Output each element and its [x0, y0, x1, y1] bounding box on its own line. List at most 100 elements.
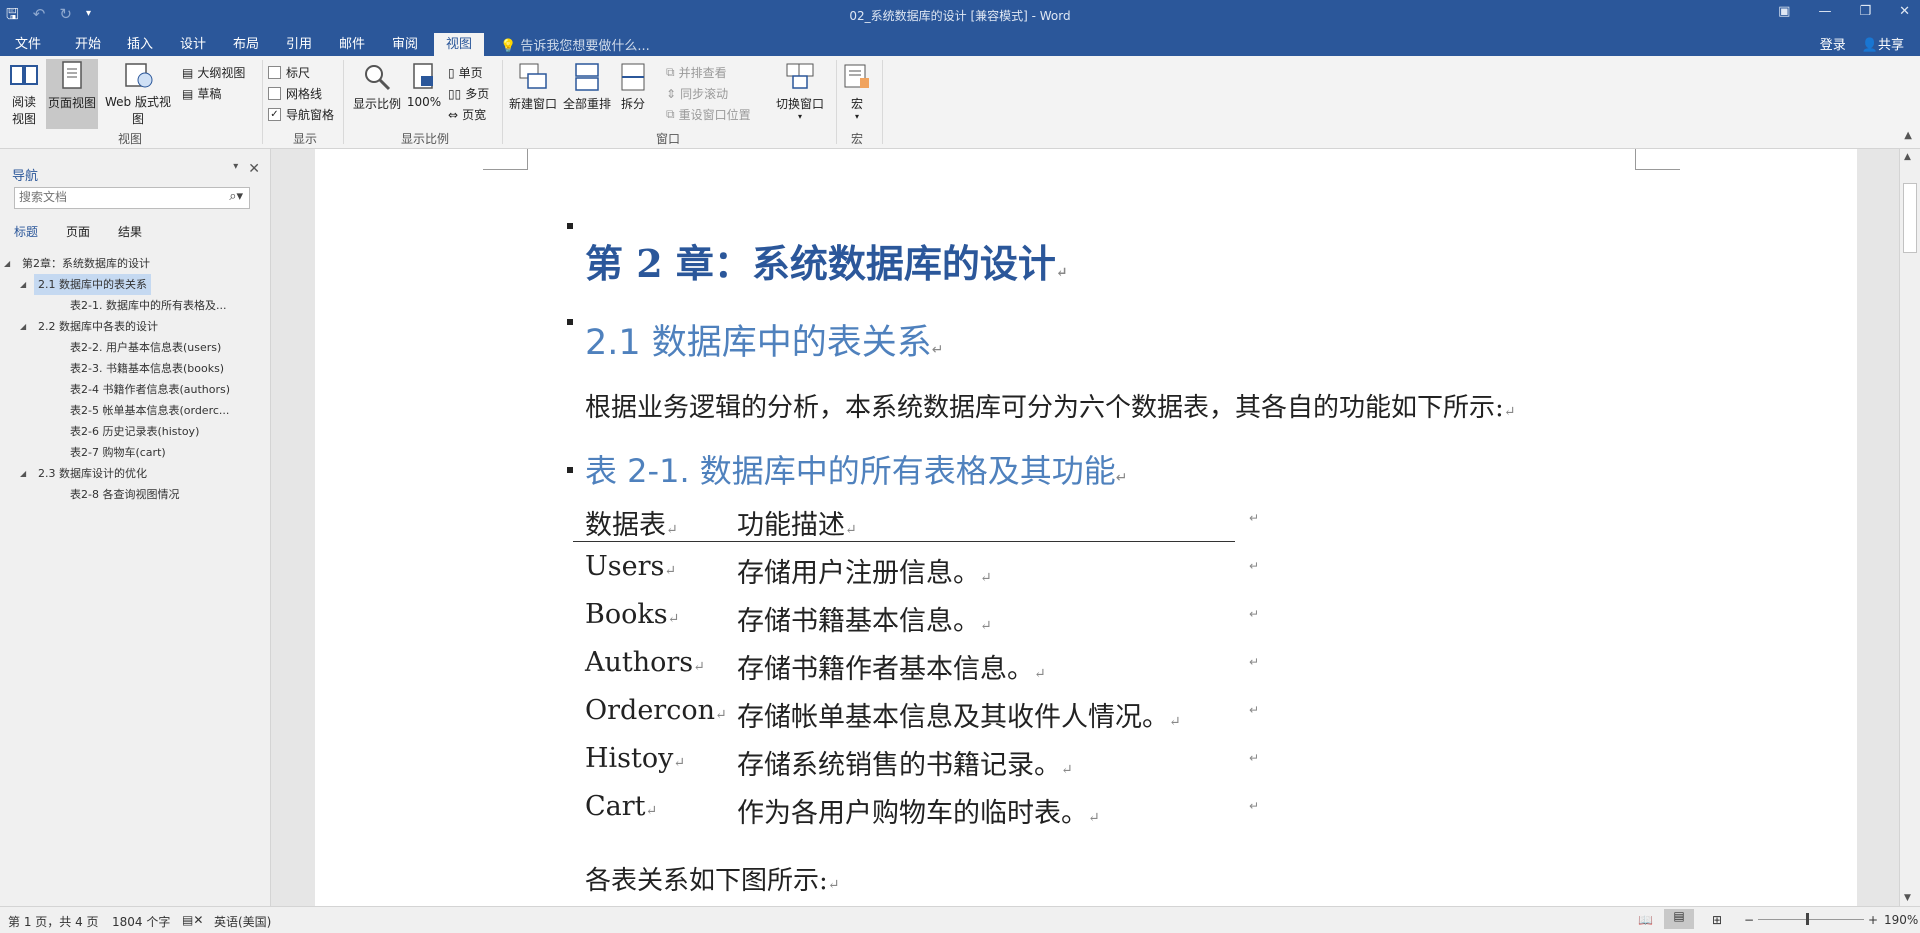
- nav-pane-options-icon[interactable]: ▾: [233, 161, 238, 177]
- collapse-triangle-icon[interactable]: ◢: [4, 253, 10, 274]
- print-layout-button[interactable]: 页面视图: [46, 59, 98, 129]
- nav-tree-item[interactable]: ◢ 2.1 数据库中的表关系: [0, 274, 270, 295]
- nav-pane-checkbox[interactable]: ✓ 导航窗格: [268, 106, 334, 123]
- nav-tab-pages[interactable]: 页面: [66, 223, 90, 240]
- zoom-level[interactable]: 190%: [1884, 913, 1918, 927]
- draft-button[interactable]: ▤ 草稿: [182, 85, 221, 102]
- ribbon-display-options-icon[interactable]: ▣: [1778, 4, 1790, 19]
- print-layout-view-icon[interactable]: ▤: [1664, 909, 1694, 929]
- tab-file[interactable]: 文件: [10, 33, 46, 56]
- nav-tree-item[interactable]: 表2-3. 书籍基本信息表(books): [0, 358, 270, 379]
- scroll-down-icon[interactable]: ▼: [1904, 893, 1911, 903]
- table-cell: Ordercon↵: [585, 695, 727, 726]
- nav-tree-item[interactable]: ◢ 第2章：系统数据库的设计: [0, 253, 270, 274]
- tab-insert[interactable]: 插入: [122, 33, 158, 56]
- zoom-out-icon[interactable]: −: [1744, 913, 1754, 927]
- proofing-icon[interactable]: ▤✕: [182, 913, 203, 927]
- side-by-side-button[interactable]: ⧉ 并排查看: [666, 64, 727, 81]
- zoom-slider-thumb[interactable]: [1806, 913, 1809, 925]
- restore-icon[interactable]: ❐: [1859, 4, 1871, 19]
- share-button[interactable]: 👤共享: [1862, 34, 1904, 53]
- close-icon[interactable]: ✕: [248, 161, 260, 177]
- lightbulb-icon: 💡: [500, 39, 517, 54]
- nav-tab-headings[interactable]: 标题: [14, 223, 38, 240]
- nav-tree-item[interactable]: 表2-4 书籍作者信息表(authors): [0, 379, 270, 400]
- language[interactable]: 英语(美国): [214, 913, 271, 930]
- gridlines-label: 网格线: [286, 87, 323, 101]
- nav-tab-results[interactable]: 结果: [118, 223, 142, 240]
- search-icon[interactable]: ⌕▾: [229, 189, 243, 204]
- tab-design[interactable]: 设计: [175, 33, 211, 56]
- zoom-button[interactable]: 显示比例: [350, 62, 404, 112]
- switch-windows-button[interactable]: 切换窗口 ▾: [772, 62, 828, 121]
- word-count[interactable]: 1804 个字: [112, 913, 170, 930]
- collapse-ribbon-icon[interactable]: ▲: [1904, 130, 1912, 141]
- zoom-in-icon[interactable]: +: [1868, 913, 1878, 927]
- gridlines-checkbox[interactable]: 网格线: [268, 85, 322, 102]
- zoom-100-button[interactable]: 100%: [406, 62, 442, 109]
- read-mode-view-icon[interactable]: 📖: [1638, 913, 1653, 927]
- margin-corner-mark: [1635, 149, 1680, 170]
- new-window-icon: [519, 63, 547, 89]
- tab-home[interactable]: 开始: [70, 33, 106, 56]
- tab-mailings[interactable]: 邮件: [334, 33, 370, 56]
- outline-button[interactable]: ▤ 大纲视图: [182, 64, 245, 81]
- vertical-scrollbar[interactable]: ▲ ▼: [1899, 149, 1920, 906]
- navigation-pane: 导航 ▾ ✕ ⌕▾ 标题 页面 结果 ◢ 第2章：系统数据库的设计 ◢ 2.1 数据库…: [0, 149, 271, 906]
- nav-tree-item[interactable]: 表2-2. 用户基本信息表(users): [0, 337, 270, 358]
- page-width-button[interactable]: ⇔ 页宽: [448, 106, 486, 123]
- nav-tree-label: 第2章：系统数据库的设计: [22, 257, 150, 270]
- table-cell: Users↵: [585, 551, 676, 582]
- scroll-up-icon[interactable]: ▲: [1904, 152, 1911, 162]
- nav-tree-item[interactable]: 表2-7 购物车(cart): [0, 442, 270, 463]
- tab-view[interactable]: 视图: [434, 33, 484, 56]
- reset-window-position-button[interactable]: ⧉ 重设窗口位置: [666, 106, 751, 123]
- tab-references[interactable]: 引用: [281, 33, 317, 56]
- web-layout-button[interactable]: Web 版式视图: [100, 60, 176, 127]
- nav-tree-item[interactable]: ◢ 2.3 数据库设计的优化: [0, 463, 270, 484]
- collapse-triangle-icon[interactable]: ◢: [20, 274, 26, 295]
- arrange-all-button[interactable]: 全部重排: [560, 62, 614, 112]
- page-count[interactable]: 第 1 页，共 4 页: [8, 913, 99, 930]
- close-icon[interactable]: ✕: [1899, 4, 1910, 19]
- table-header-row: 数据表↵ 功能描述↵ ↵: [573, 497, 1259, 545]
- scrollbar-thumb[interactable]: [1903, 183, 1917, 253]
- nav-tree-item[interactable]: 表2-8 各查询视图情况: [0, 484, 270, 505]
- multiple-pages-button[interactable]: ▯▯ 多页: [448, 85, 489, 102]
- nav-tree-item[interactable]: ◢ 2.2 数据库中各表的设计: [0, 316, 270, 337]
- minimize-icon[interactable]: —: [1818, 4, 1831, 19]
- tell-me-box[interactable]: 💡 告诉我您想要做什么...: [500, 35, 650, 54]
- nav-search-box: ⌕▾: [14, 187, 250, 209]
- table-row: Books↵ 存储书籍基本信息。↵ ↵: [573, 593, 1259, 641]
- sync-scroll-button[interactable]: ⇕ 同步滚动: [666, 85, 728, 102]
- split-button[interactable]: 拆分: [616, 62, 650, 112]
- table-caption-text: 表 2-1. 数据库中的所有表格及其功能: [585, 452, 1116, 490]
- read-mode-button[interactable]: 阅读 视图: [4, 60, 44, 127]
- new-window-button[interactable]: 新建窗口: [506, 62, 560, 112]
- margin-corner-mark: [483, 149, 528, 170]
- sign-in-link[interactable]: 登录: [1820, 34, 1846, 53]
- nav-tree-item[interactable]: 表2-5 帐单基本信息表(orderc...: [0, 400, 270, 421]
- print-layout-label: 页面视图: [47, 96, 96, 110]
- table-header-cell: 数据表↵: [585, 503, 678, 542]
- web-layout-view-icon[interactable]: ⊞: [1712, 913, 1722, 927]
- tab-layout[interactable]: 布局: [228, 33, 264, 56]
- tab-review[interactable]: 审阅: [387, 33, 423, 56]
- switch-windows-label: 切换窗口: [775, 97, 824, 111]
- document-page[interactable]: 第 2 章：系统数据库的设计↵ 2.1 数据库中的表关系↵ 根据业务逻辑的分析，…: [315, 149, 1857, 906]
- nav-pane-label: 导航窗格: [286, 108, 335, 122]
- multiple-pages-icon: ▯▯: [448, 86, 462, 101]
- cell-text: Cart: [585, 791, 646, 822]
- ruler-checkbox[interactable]: 标尺: [268, 64, 310, 81]
- collapse-triangle-icon[interactable]: ◢: [20, 316, 26, 337]
- zoom-slider[interactable]: [1758, 919, 1864, 920]
- one-page-button[interactable]: ▯ 单页: [448, 64, 483, 81]
- collapse-triangle-icon[interactable]: ◢: [20, 463, 26, 484]
- macros-button[interactable]: 宏 ▾: [840, 62, 874, 121]
- zoom-group-label: 显示比例: [400, 132, 449, 146]
- nav-search-input[interactable]: [15, 188, 213, 206]
- nav-tree-item[interactable]: 表2-6 历史记录表(histoy): [0, 421, 270, 442]
- reset-window-icon: ⧉: [666, 107, 675, 121]
- separator: [262, 60, 263, 144]
- nav-tree-item[interactable]: 表2-1. 数据库中的所有表格及...: [0, 295, 270, 316]
